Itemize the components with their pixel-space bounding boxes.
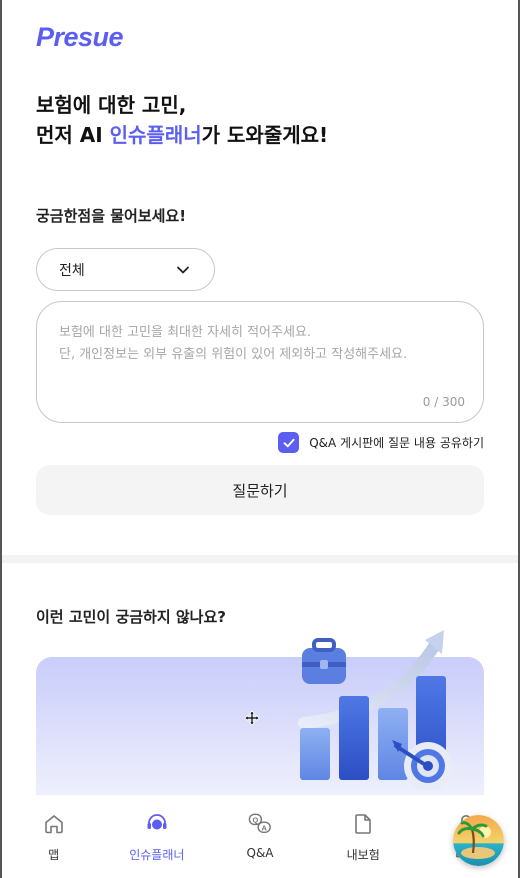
question-textarea[interactable]: 보험에 대한 고민을 최대한 자세히 적어주세요. 단, 개인정보는 외부 유출… [36,301,484,423]
tab-my-insurance[interactable]: 내보험 [312,796,415,878]
home-icon [42,812,66,836]
tab-label-insuplanner: 인슈플래너 [129,848,185,862]
tab-label-qa: Q&A [246,846,274,860]
document-icon [351,812,375,836]
move-cursor-icon [244,710,260,726]
section-divider [2,555,518,563]
category-select[interactable]: 전체 [36,248,215,291]
hero-accent-text: 인슈플래너 [109,123,202,147]
floating-avatar-button[interactable] [453,815,504,866]
bottom-tab-bar: 맵 인슈플래너 QA Q&A 내보험 마이 [2,796,518,878]
character-counter: 0 / 300 [422,395,465,409]
app-logo[interactable]: Presue [36,22,124,53]
island-avatar-icon [453,815,504,866]
chevron-down-icon [177,266,189,273]
hero-line-2: 먼저 AI 인슈플래너가 도와줄게요! [36,120,328,150]
tab-qa[interactable]: QA Q&A [208,796,311,878]
submit-question-button[interactable]: 질문하기 [36,465,484,515]
growth-chart-illustration-icon [298,630,452,790]
hero-line-1: 보험에 대한 고민, [36,93,187,117]
ask-section-title: 궁금한점을 물어보세요! [36,207,187,225]
question-placeholder-line-1: 보험에 대한 고민을 최대한 자세히 적어주세요. [59,325,312,340]
question-placeholder-line-2: 단, 개인정보는 외부 유출의 위험이 있어 제외하고 작성해주세요. [59,347,408,362]
svg-text:A: A [261,823,267,832]
svg-text:Q: Q [253,816,259,825]
headset-icon [145,812,169,836]
tab-map[interactable]: 맵 [2,796,105,878]
tab-label-map: 맵 [48,848,60,862]
share-label: Q&A 게시판에 질문 내용 공유하기 [309,436,484,450]
checkmark-icon [283,438,295,447]
tab-insuplanner[interactable]: 인슈플래너 [105,796,208,878]
tab-label-my-insurance: 내보험 [346,848,380,862]
hero-line-2-prefix: 먼저 AI [36,123,110,147]
hero-line-2-suffix: 가 도와줄게요! [201,123,329,147]
hero-headline: 보험에 대한 고민, 먼저 AI 인슈플래너가 도와줄게요! [36,90,328,150]
qa-bubble-icon: QA [248,812,272,836]
share-checkbox[interactable] [278,432,300,453]
share-to-qa-option[interactable]: Q&A 게시판에 질문 내용 공유하기 [278,432,484,453]
suggestions-title: 이런 고민이 궁금하지 않나요? [36,608,226,626]
category-select-value: 전체 [59,262,85,279]
